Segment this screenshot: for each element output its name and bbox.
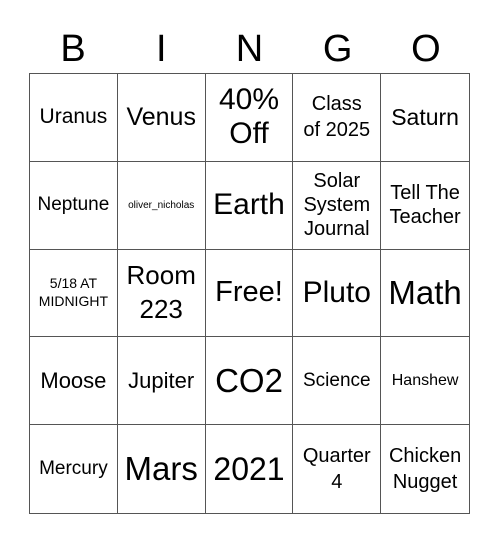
bingo-cell[interactable]: 40% Off [205, 74, 294, 162]
bingo-cell[interactable]: Quarter 4 [293, 425, 382, 513]
bingo-grid: Uranus Venus 40% Off Class of 2025 Satur… [29, 73, 470, 514]
bingo-cell[interactable]: Mars [118, 425, 206, 513]
bingo-cell[interactable]: Saturn [381, 74, 469, 162]
bingo-cell[interactable]: Moose [30, 337, 118, 426]
bingo-cell[interactable]: CO2 [205, 337, 294, 426]
bingo-cell[interactable]: Room 223 [117, 249, 206, 338]
bingo-cell[interactable]: Pluto [293, 249, 382, 338]
bingo-cell[interactable]: Tell The Teacher [381, 162, 469, 250]
header-letter-b: B [60, 28, 86, 70]
bingo-cell[interactable]: Solar System Journal [293, 161, 382, 250]
bingo-cell[interactable]: Venus [117, 74, 206, 162]
bingo-cell[interactable]: 2021 [206, 425, 294, 513]
header-letter-n: N [235, 28, 264, 70]
bingo-cell[interactable]: Neptune [30, 161, 118, 250]
bingo-cell[interactable]: Class of 2025 [293, 74, 382, 162]
bingo-cell[interactable]: oliver_nicholas [117, 161, 206, 250]
bingo-cell[interactable]: Free! [205, 249, 294, 338]
bingo-cell[interactable]: Mercury [30, 425, 118, 513]
bingo-cell[interactable]: Hanshew [381, 337, 469, 426]
bingo-cell[interactable]: Jupiter [117, 337, 206, 426]
bingo-header: B I N G O [29, 24, 470, 74]
header-letter-i: I [156, 28, 167, 70]
bingo-cell[interactable]: 5/18 AT MIDNIGHT [30, 249, 118, 338]
bingo-cell[interactable]: Uranus [30, 74, 118, 162]
bingo-cell[interactable]: Earth [205, 161, 294, 250]
bingo-cell[interactable]: Chicken Nugget [381, 425, 469, 513]
bingo-cell[interactable]: Math [381, 250, 469, 338]
header-letter-o: O [411, 28, 441, 70]
header-letter-g: G [322, 28, 353, 70]
bingo-cell[interactable]: Science [293, 337, 382, 426]
